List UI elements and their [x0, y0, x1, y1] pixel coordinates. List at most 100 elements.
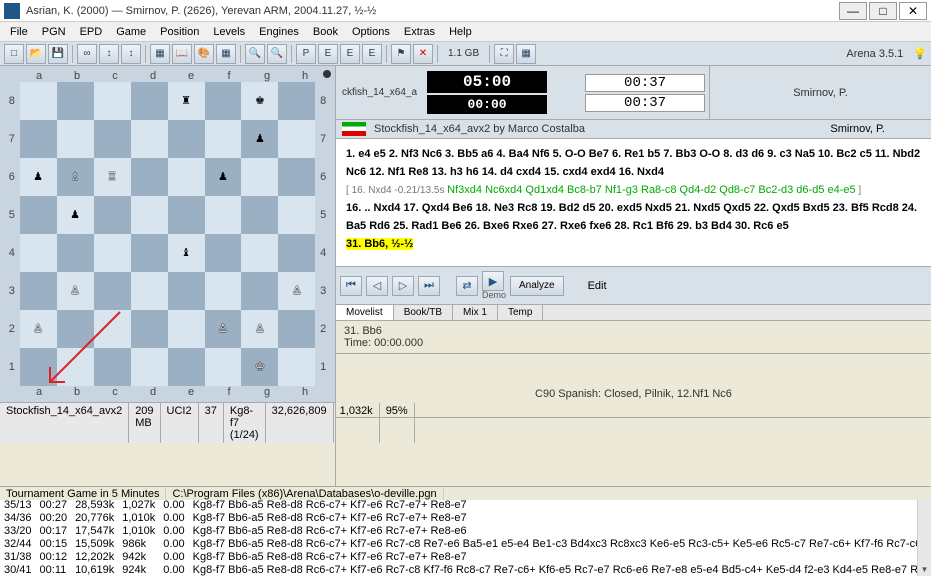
tab-temp[interactable]: Temp — [498, 305, 543, 320]
square-e2[interactable] — [168, 310, 205, 348]
tool-book-icon[interactable]: 📖 — [172, 44, 192, 64]
tab-book[interactable]: Book/TB — [394, 305, 453, 320]
square-h2[interactable] — [278, 310, 315, 348]
tool-palette-icon[interactable]: 🎨 — [194, 44, 214, 64]
square-e8[interactable]: ♜ — [168, 82, 205, 120]
menu-position[interactable]: Position — [154, 24, 205, 40]
tool-new-icon[interactable]: □ — [4, 44, 24, 64]
tool-board-icon[interactable]: ▦ — [216, 44, 236, 64]
analysis-row[interactable]: 34/3600:2020,776k1,010k0.00Kg8-f7 Bb6-a5… — [0, 512, 931, 525]
square-c4[interactable] — [94, 234, 131, 272]
tool-zoomin-icon[interactable]: 🔍 — [245, 44, 265, 64]
square-d6[interactable] — [131, 158, 168, 196]
tool-zoomout-icon[interactable]: 🔍 — [267, 44, 287, 64]
square-d4[interactable] — [131, 234, 168, 272]
square-g5[interactable] — [241, 196, 278, 234]
square-d8[interactable] — [131, 82, 168, 120]
tool-epd-icon[interactable]: E — [318, 44, 338, 64]
tab-movelist[interactable]: Movelist — [336, 305, 394, 320]
tool-infinity-icon[interactable]: ∞ — [77, 44, 97, 64]
tool-pos-icon[interactable]: ▦ — [150, 44, 170, 64]
square-d5[interactable] — [131, 196, 168, 234]
menu-engines[interactable]: Engines — [253, 24, 305, 40]
square-b5[interactable]: ♟ — [57, 196, 94, 234]
square-e5[interactable] — [168, 196, 205, 234]
menu-epd[interactable]: EPD — [74, 24, 109, 40]
chessboard[interactable]: abcdefgh 8♜♚87♟76♟♗♖♟65♟54♝43♙♙32♙♙♙21♔1… — [0, 66, 335, 402]
menu-game[interactable]: Game — [110, 24, 152, 40]
square-g4[interactable] — [241, 234, 278, 272]
edit-label[interactable]: Edit — [588, 280, 607, 292]
nav-demo-button[interactable]: ▶ — [482, 271, 504, 291]
nav-next-button[interactable]: ▷ — [392, 276, 414, 296]
tool-expand-icon[interactable]: ⛶ — [494, 44, 514, 64]
square-f2[interactable]: ♙ — [205, 310, 242, 348]
square-a6[interactable]: ♟ — [20, 158, 57, 196]
square-b7[interactable] — [57, 120, 94, 158]
square-e3[interactable] — [168, 272, 205, 310]
square-h3[interactable]: ♙ — [278, 272, 315, 310]
tool-lev2-icon[interactable]: ↕ — [121, 44, 141, 64]
square-c1[interactable] — [94, 348, 131, 386]
square-e6[interactable] — [168, 158, 205, 196]
square-a2[interactable]: ♙ — [20, 310, 57, 348]
moves-panel[interactable]: 1. e4 e5 2. Nf3 Nc6 3. Bb5 a6 4. Ba4 Nf6… — [336, 139, 931, 267]
tool-open-icon[interactable]: 📂 — [26, 44, 46, 64]
tool-red-icon[interactable]: ✕ — [413, 44, 433, 64]
square-a8[interactable] — [20, 82, 57, 120]
tool-pgn-icon[interactable]: P — [296, 44, 316, 64]
square-b2[interactable] — [57, 310, 94, 348]
menu-file[interactable]: File — [4, 24, 34, 40]
square-h5[interactable] — [278, 196, 315, 234]
menu-extras[interactable]: Extras — [398, 24, 441, 40]
square-g3[interactable] — [241, 272, 278, 310]
square-f3[interactable] — [205, 272, 242, 310]
square-c2[interactable] — [94, 310, 131, 348]
tool-epd3-icon[interactable]: E — [362, 44, 382, 64]
analyze-button[interactable]: Analyze — [510, 276, 564, 296]
square-c3[interactable] — [94, 272, 131, 310]
square-g7[interactable]: ♟ — [241, 120, 278, 158]
square-c7[interactable] — [94, 120, 131, 158]
square-g8[interactable]: ♚ — [241, 82, 278, 120]
square-f8[interactable] — [205, 82, 242, 120]
analysis-row[interactable]: 33/2000:1717,547k1,010k0.00Kg8-f7 Bb6-a5… — [0, 525, 931, 538]
minimize-button[interactable]: — — [839, 2, 867, 20]
nav-swap-button[interactable]: ⇄ — [456, 276, 478, 296]
menu-help[interactable]: Help — [443, 24, 478, 40]
square-b8[interactable] — [57, 82, 94, 120]
square-d3[interactable] — [131, 272, 168, 310]
square-d2[interactable] — [131, 310, 168, 348]
square-c8[interactable] — [94, 82, 131, 120]
menu-options[interactable]: Options — [346, 24, 396, 40]
square-d1[interactable] — [131, 348, 168, 386]
analysis-row[interactable]: 35/1300:2728,593k1,027k0.00Kg8-f7 Bb6-a5… — [0, 499, 931, 512]
nav-prev-button[interactable]: ◁ — [366, 276, 388, 296]
square-f4[interactable] — [205, 234, 242, 272]
analysis-row[interactable]: 31/3800:1212,202k942k0.00Kg8-f7 Bb6-a5 R… — [0, 551, 931, 564]
nav-last-button[interactable]: ⏭ — [418, 276, 440, 296]
square-b4[interactable] — [57, 234, 94, 272]
nav-first-button[interactable]: ⏮ — [340, 276, 362, 296]
menu-pgn[interactable]: PGN — [36, 24, 72, 40]
square-a7[interactable] — [20, 120, 57, 158]
square-h7[interactable] — [278, 120, 315, 158]
square-c5[interactable] — [94, 196, 131, 234]
square-f6[interactable]: ♟ — [205, 158, 242, 196]
square-b3[interactable]: ♙ — [57, 272, 94, 310]
square-g2[interactable]: ♙ — [241, 310, 278, 348]
square-a5[interactable] — [20, 196, 57, 234]
square-f7[interactable] — [205, 120, 242, 158]
square-e7[interactable] — [168, 120, 205, 158]
square-a4[interactable] — [20, 234, 57, 272]
tool-save-icon[interactable]: 💾 — [48, 44, 68, 64]
square-b1[interactable] — [57, 348, 94, 386]
square-g1[interactable]: ♔ — [241, 348, 278, 386]
square-h4[interactable] — [278, 234, 315, 272]
square-f1[interactable] — [205, 348, 242, 386]
tool-flag-icon[interactable]: ⚑ — [391, 44, 411, 64]
square-c6[interactable]: ♖ — [94, 158, 131, 196]
square-b6[interactable]: ♗ — [57, 158, 94, 196]
tool-lev-icon[interactable]: ↕ — [99, 44, 119, 64]
tab-mix1[interactable]: Mix 1 — [453, 305, 498, 320]
